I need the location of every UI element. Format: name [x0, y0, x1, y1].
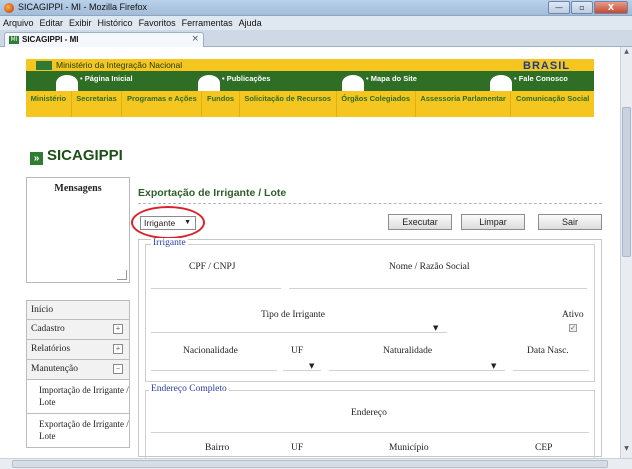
- gov-nav: • Página Inicial • Publicações • Mapa do…: [26, 71, 594, 91]
- endereco-legend: Endereço Completo: [149, 384, 229, 394]
- cpf-label: CPF / CNPJ: [189, 262, 236, 272]
- contact-icon: [490, 75, 512, 91]
- page-title: » SICAGIPPI: [30, 147, 123, 165]
- cep-label: CEP: [535, 443, 553, 453]
- expand-icon[interactable]: +: [113, 344, 123, 354]
- data-nasc-input[interactable]: [513, 370, 589, 371]
- sair-button[interactable]: Sair: [538, 214, 602, 230]
- section-title: Exportação de Irrigante / Lote: [138, 187, 287, 199]
- tipo-label: Tipo de Irrigante: [261, 310, 326, 320]
- page-viewport: Ministério da Integração Nacional BRASIL…: [0, 47, 620, 458]
- window-titlebar: SICAGIPPI - MI - Mozilla Firefox — ▫ X: [0, 0, 632, 16]
- messages-heading: Mensagens: [54, 183, 102, 194]
- publications-icon: [198, 75, 220, 91]
- link-solicitacao[interactable]: Solicitação de Recursos: [238, 91, 336, 117]
- horizontal-scroll-thumb[interactable]: [12, 460, 608, 468]
- menu-ajuda[interactable]: Ajuda: [239, 16, 262, 30]
- close-window-button[interactable]: X: [594, 1, 628, 14]
- menu-arquivo[interactable]: Arquivo: [3, 16, 34, 30]
- menu-bar: Arquivo Editar Exibir Histórico Favorito…: [0, 16, 632, 30]
- link-fundos[interactable]: Fundos: [201, 91, 238, 117]
- endereco-label: Endereço: [351, 408, 387, 418]
- window-title: SICAGIPPI - MI - Mozilla Firefox: [18, 2, 148, 12]
- site-favicon-icon: MI: [9, 36, 19, 44]
- maximize-button[interactable]: ▫: [571, 1, 593, 14]
- expand-icon[interactable]: +: [113, 324, 123, 334]
- sidebar-item-cadastro[interactable]: Cadastro +: [26, 320, 130, 340]
- menu-historico[interactable]: Histórico: [98, 16, 133, 30]
- gov-banner: Ministério da Integração Nacional BRASIL…: [26, 59, 594, 117]
- link-programas[interactable]: Programas e Ações: [121, 91, 201, 117]
- naturalidade-select[interactable]: [329, 370, 505, 371]
- nome-label: Nome / Razão Social: [389, 262, 470, 272]
- scroll-down-icon[interactable]: ▼: [622, 445, 631, 455]
- naturalidade-label: Naturalidade: [383, 346, 433, 356]
- limpar-button[interactable]: Limpar: [461, 214, 525, 230]
- home-icon: [56, 75, 78, 91]
- vertical-scroll-thumb[interactable]: [622, 107, 631, 257]
- menu-exibir[interactable]: Exibir: [69, 16, 92, 30]
- chevron-down-icon: ▼: [433, 324, 439, 332]
- data-nasc-label: Data Nasc.: [527, 346, 569, 356]
- cpf-input[interactable]: [151, 288, 281, 289]
- link-assessoria[interactable]: Assessoria Parlamentar: [414, 91, 511, 117]
- arrow-icon: »: [30, 152, 43, 165]
- sidebar-menu: Início Cadastro + Relatórios + Manutençã…: [26, 300, 130, 448]
- tipo-select[interactable]: [151, 332, 447, 333]
- title-divider: [138, 203, 602, 204]
- resize-grip-icon[interactable]: [117, 270, 127, 280]
- sidebar-subitem-importacao[interactable]: Importação de Irrigante / Lote: [26, 380, 130, 414]
- menu-ferramentas[interactable]: Ferramentas: [182, 16, 233, 30]
- nacionalidade-input[interactable]: [151, 370, 277, 371]
- form-panel: Irrigante CPF / CNPJ Nome / Razão Social…: [138, 238, 602, 458]
- ativo-checkbox[interactable]: ✓: [569, 324, 577, 332]
- gov-links: Ministério Secretarias Programas e Ações…: [26, 91, 594, 117]
- menu-favoritos[interactable]: Favoritos: [139, 16, 176, 30]
- tab-label: SICAGIPPI - MI: [22, 35, 79, 44]
- menu-editar[interactable]: Editar: [40, 16, 64, 30]
- executar-button[interactable]: Executar: [388, 214, 452, 230]
- collapse-icon[interactable]: −: [113, 364, 123, 374]
- sidebar-subitem-exportacao[interactable]: Exportação de Irrigante / Lote: [26, 414, 130, 448]
- highlight-annotation: [131, 206, 205, 239]
- minimize-button[interactable]: —: [548, 1, 570, 14]
- link-ministerio[interactable]: Ministério: [26, 91, 71, 117]
- bairro-label: Bairro: [205, 443, 230, 453]
- link-secretarias[interactable]: Secretarias: [70, 91, 122, 117]
- ministry-logo-icon: [36, 61, 52, 70]
- municipio-label: Município: [389, 443, 429, 453]
- link-orgaos[interactable]: Órgãos Colegiados: [335, 91, 415, 117]
- endereco-uf-label: UF: [291, 443, 304, 453]
- chevron-down-icon: ▼: [491, 362, 497, 370]
- irrigante-legend: Irrigante: [151, 238, 188, 248]
- tab-bar: MI SICAGIPPI - MI ×: [0, 30, 632, 47]
- link-comunicacao[interactable]: Comunicação Social: [510, 91, 594, 117]
- uf-select[interactable]: [283, 370, 321, 371]
- ministry-name: Ministério da Integração Nacional: [56, 60, 183, 70]
- firefox-icon: [4, 3, 14, 13]
- sidebar-item-inicio[interactable]: Início: [26, 300, 130, 320]
- horizontal-scrollbar[interactable]: [0, 458, 632, 469]
- sidebar-item-manutencao[interactable]: Manutenção −: [26, 360, 130, 380]
- ativo-label: Ativo: [562, 310, 584, 320]
- vertical-scrollbar[interactable]: ▲ ▼: [620, 47, 632, 458]
- sidebar-item-relatorios[interactable]: Relatórios +: [26, 340, 130, 360]
- scroll-up-icon[interactable]: ▲: [622, 48, 631, 58]
- messages-panel: Mensagens: [26, 177, 130, 283]
- browser-tab[interactable]: MI SICAGIPPI - MI ×: [4, 32, 204, 47]
- tab-close-icon[interactable]: ×: [191, 34, 199, 44]
- chevron-down-icon: ▼: [309, 362, 315, 370]
- uf-label: UF: [291, 346, 304, 356]
- nome-input[interactable]: [289, 288, 587, 289]
- nacionalidade-label: Nacionalidade: [183, 346, 238, 356]
- endereco-input[interactable]: [151, 432, 589, 433]
- sitemap-icon: [342, 75, 364, 91]
